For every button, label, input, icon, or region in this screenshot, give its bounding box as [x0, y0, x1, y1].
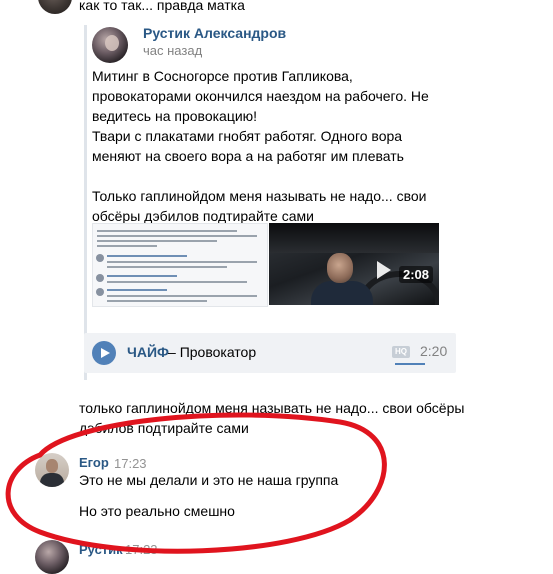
- video-duration: 2:08: [398, 266, 433, 283]
- reply-author-link[interactable]: Егор: [79, 455, 109, 470]
- repost-author-avatar[interactable]: [92, 27, 128, 63]
- repost-time[interactable]: час назад: [143, 43, 202, 58]
- reply-text-line: Это не мы делали и это не наша группа: [79, 472, 339, 488]
- audio-title: – Провокатор: [168, 344, 256, 360]
- comment-text: только гаплинойдом меня называть не надо…: [79, 400, 465, 436]
- reply-time[interactable]: 17:23: [114, 456, 147, 471]
- post-paragraph: Твари с плакатами гнобят работяг. Одного…: [92, 128, 406, 164]
- audio-separator: –: [168, 344, 176, 360]
- attached-video[interactable]: 2:08: [269, 223, 439, 305]
- attached-photo[interactable]: [92, 223, 268, 307]
- audio-duration: 2:20: [420, 343, 448, 359]
- audio-play-icon[interactable]: [92, 341, 116, 365]
- audio-title-text: Провокатор: [179, 344, 257, 360]
- post-paragraph: [92, 166, 452, 186]
- reply-author-avatar[interactable]: [35, 453, 69, 487]
- post-paragraph: Митинг в Сосногорсе против Гапликова, пр…: [92, 68, 433, 124]
- audio-artist-link[interactable]: ЧАЙФ: [127, 344, 169, 360]
- hq-badge: HQ: [392, 346, 410, 358]
- repost-divider: [84, 25, 87, 380]
- post-paragraph: Только гаплинойдом меня называть не надо…: [92, 188, 431, 224]
- bottom-time[interactable]: 17:23: [125, 542, 158, 557]
- comment-text-top: как то так... правда матка: [79, 0, 245, 13]
- reply-text-line: Но это реально смешно: [79, 503, 235, 519]
- repost-text: Митинг в Сосногорсе против Гапликова, пр…: [92, 66, 452, 226]
- avatar[interactable]: [38, 0, 72, 14]
- repost-author-link[interactable]: Рустик Александров: [143, 25, 286, 41]
- bottom-author-avatar[interactable]: [35, 540, 69, 574]
- audio-progress-bar[interactable]: [395, 363, 425, 365]
- bottom-author-link[interactable]: Рустик: [79, 542, 123, 557]
- play-icon[interactable]: [377, 261, 391, 279]
